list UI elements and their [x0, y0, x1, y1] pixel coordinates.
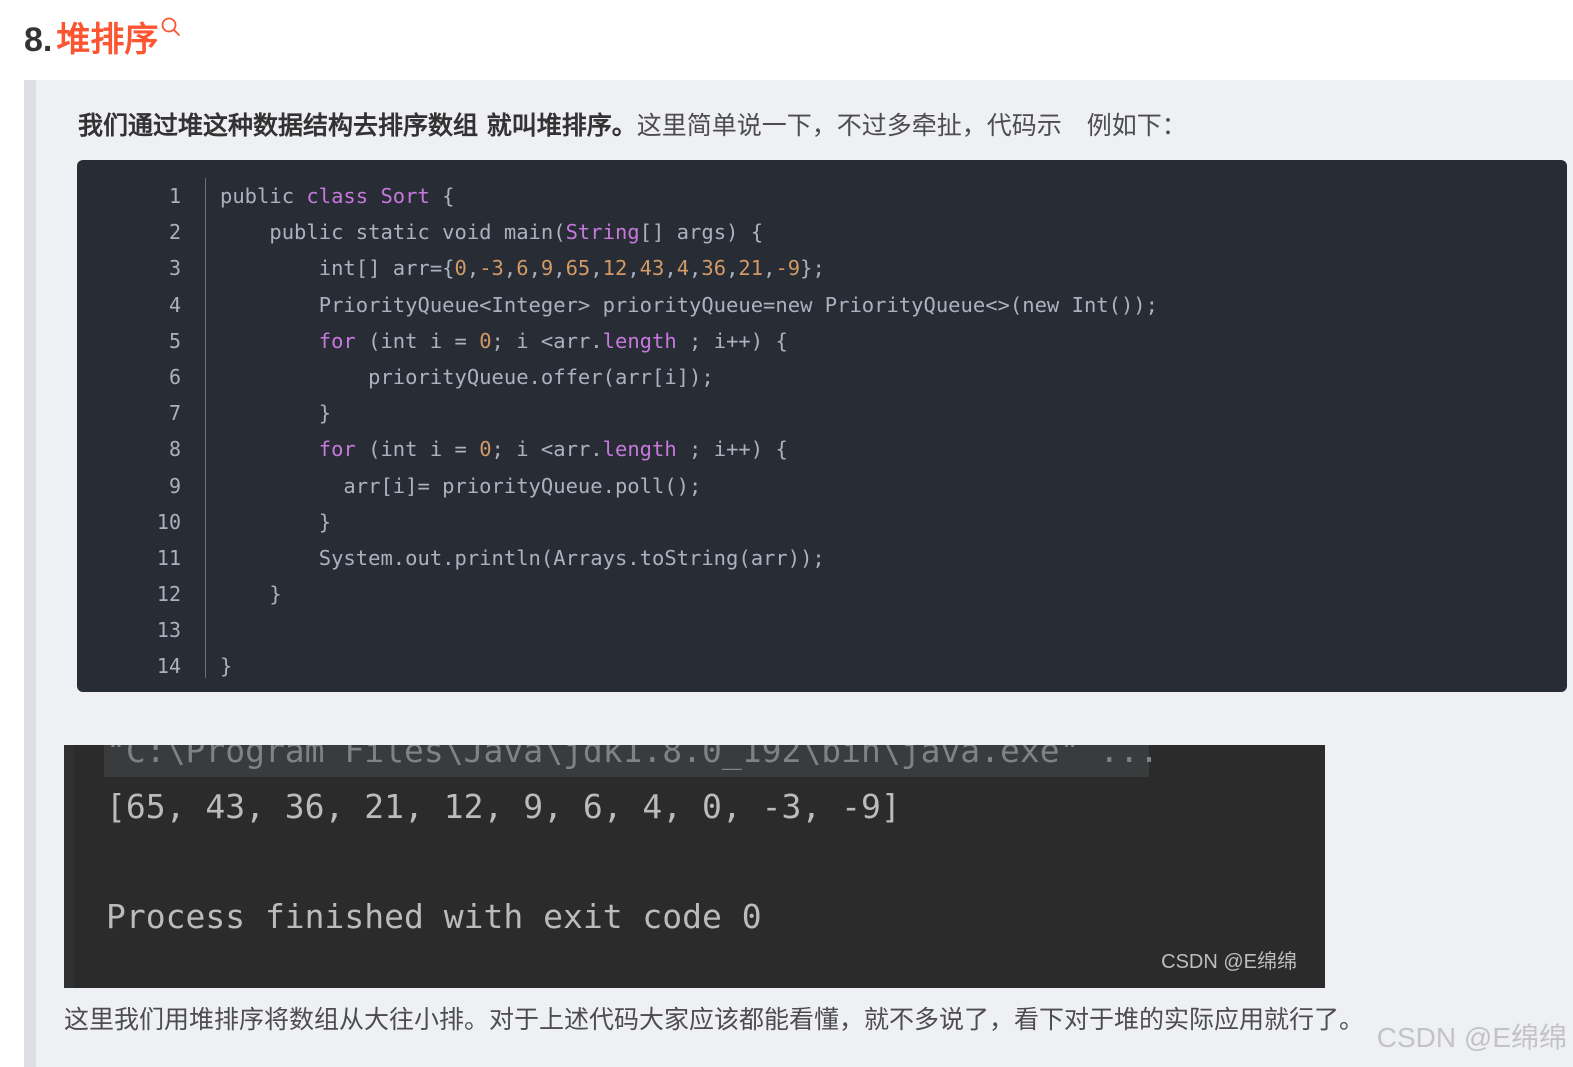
code-line: for (int i = 0; i <arr.length ; i++) { — [318, 328, 788, 353]
code-line: } — [220, 654, 233, 679]
code-line: for (int i = 0; i <arr.length ; i++) { — [318, 437, 788, 462]
intro-paragraph: 我们通过堆这种数据结构去排序数组 就叫堆排序。这里简单说一下，不过多牵扯，代码示… — [78, 106, 1187, 146]
line-number: 10 — [156, 509, 181, 534]
line-number: 3 — [168, 256, 181, 281]
search-icon[interactable] — [160, 16, 182, 38]
line-number: 5 — [168, 328, 181, 353]
line-number-gutter: 1 2 3 4 5 6 7 8 9 10 11 12 13 14 — [77, 178, 206, 678]
line-number: 4 — [168, 292, 181, 317]
intro-bold: 我们通过堆这种数据结构去排序数组 就叫堆排序。 — [78, 111, 637, 140]
code-line: System.out.println(Arrays.toString(arr))… — [220, 545, 825, 570]
line-number: 8 — [168, 437, 181, 462]
line-number: 12 — [156, 582, 181, 607]
heading-title[interactable]: 堆排序 — [56, 14, 158, 66]
line-number: 7 — [168, 401, 181, 426]
code-line: } — [220, 401, 332, 426]
page-watermark: CSDN @E绵绵 — [1376, 1022, 1567, 1053]
line-number: 14 — [156, 654, 181, 679]
console-output: [65, 43, 36, 21, 12, 9, 6, 4, 0, -3, -9] — [106, 787, 901, 826]
line-number: 9 — [168, 473, 181, 498]
section-heading: 8. 堆排序 — [24, 14, 182, 66]
console-watermark: CSDN @E绵绵 — [1161, 951, 1297, 973]
line-number: 2 — [168, 220, 181, 245]
code-line: arr[i]= priorityQueue.poll(); — [220, 473, 702, 498]
intro-rest: 这里简单说一下，不过多牵扯，代码示 例如下： — [636, 111, 1187, 140]
console-command: "C:\Program Files\Java\jdk1.8.0_192\bin\… — [106, 745, 1159, 770]
line-number: 1 — [168, 184, 181, 208]
code-line: PriorityQueue<Integer> priorityQueue=new… — [220, 292, 1158, 317]
code-line: priorityQueue.offer(arr[i]); — [220, 364, 714, 389]
code-line: } — [220, 509, 332, 534]
line-number: 6 — [168, 364, 181, 389]
code-line: public class Sort { — [220, 184, 455, 208]
line-number: 11 — [156, 545, 181, 570]
blockquote-bar — [24, 80, 36, 1067]
page: 8. 堆排序 我们通过堆这种数据结构去排序数组 就叫堆排序。这里简单说一下，不过… — [0, 0, 1573, 1067]
console-exit-message: Process finished with exit code 0 — [106, 897, 762, 936]
line-number: 13 — [156, 618, 181, 643]
heading-number: 8. — [24, 21, 53, 59]
summary-paragraph: 这里我们用堆排序将数组从大往小排。对于上述代码大家应该都能看懂，就不多说了，看下… — [64, 1005, 1365, 1034]
console-edge — [64, 745, 74, 988]
code-line: int[] arr={0,-3,6,9,65,12,43,4,36,21,-9}… — [220, 256, 825, 281]
console-screenshot: "C:\Program Files\Java\jdk1.8.0_192\bin\… — [64, 745, 1325, 988]
code-line: public static void main(String[] args) { — [220, 220, 764, 245]
code-line: } — [220, 582, 282, 607]
code-lines: public class Sort { public static void m… — [220, 178, 1547, 685]
code-block[interactable]: 1 2 3 4 5 6 7 8 9 10 11 12 13 14 public class Sort { … — [77, 160, 1567, 692]
